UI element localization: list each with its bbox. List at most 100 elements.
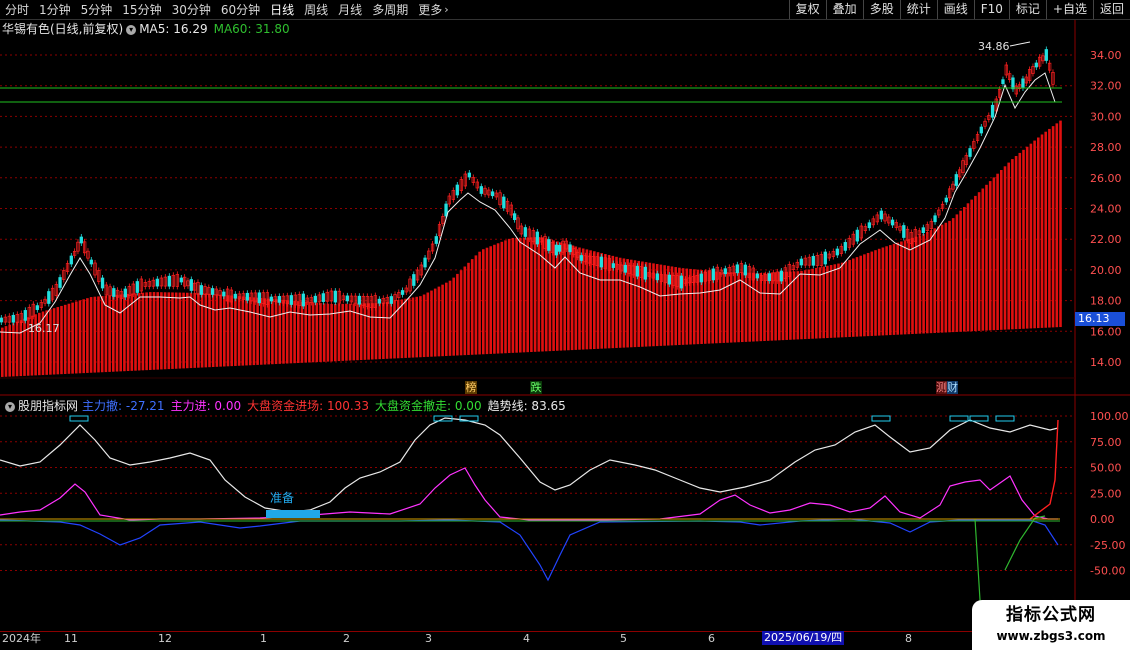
candle-body — [755, 273, 759, 279]
volume-bar — [807, 269, 811, 339]
volume-bar — [963, 207, 966, 332]
candle-body — [0, 317, 3, 323]
candle-body — [11, 314, 15, 323]
price-tick: 32.00 — [1090, 80, 1122, 93]
volume-bar — [93, 296, 97, 373]
volume-bar — [1033, 140, 1036, 329]
candle-body — [512, 213, 517, 221]
volume-bar — [186, 292, 189, 369]
volume-bar — [189, 292, 193, 369]
volume-bar — [208, 293, 211, 368]
candle-body — [933, 215, 937, 223]
candle-body — [434, 236, 438, 244]
candle-body — [867, 222, 871, 229]
marker-cai-prefix: 测 — [936, 381, 947, 394]
candle-body — [557, 244, 562, 252]
candle-body — [167, 275, 171, 287]
volume-bar — [519, 237, 522, 353]
volume-bar — [89, 297, 93, 373]
volume-bar — [174, 292, 178, 369]
candle-body — [611, 263, 615, 268]
volume-bar — [430, 290, 433, 357]
volume-bar — [1007, 162, 1010, 330]
volume-bar — [970, 199, 973, 332]
volume-bar — [23, 318, 26, 376]
volume-bar — [282, 299, 285, 364]
date-tick-2: 12 — [158, 632, 172, 645]
candle-body — [799, 258, 803, 266]
ready-label: 准备 — [270, 491, 294, 505]
candle-body — [902, 225, 906, 238]
volume-bar — [1003, 166, 1007, 330]
candle-body — [47, 291, 51, 304]
volume-bar — [308, 302, 311, 363]
candle-body — [423, 257, 427, 268]
candle-body — [979, 126, 983, 134]
candle-body — [1021, 78, 1025, 89]
watermark-title: 指标公式网 — [1006, 605, 1096, 625]
candle-body — [155, 278, 159, 287]
volume-bar — [463, 266, 467, 356]
volume-bar — [482, 249, 485, 355]
candle-body — [58, 277, 62, 288]
volume-bar — [452, 277, 455, 356]
current-price-tag: 16.13 — [1075, 312, 1125, 326]
volume-bar — [570, 245, 574, 351]
marker-cai[interactable]: 测财 — [936, 381, 958, 394]
volume-bar — [485, 247, 489, 355]
marker-die[interactable]: 跌 — [530, 381, 542, 394]
date-axis: 2024年 11 12 1 2 3 4 5 6 8 — [0, 631, 1075, 646]
volume-bar — [789, 271, 792, 340]
kline-chart[interactable]: 34.0032.0030.0028.0026.0024.0022.0020.00… — [0, 0, 1130, 650]
volume-bar — [803, 270, 807, 340]
volume-bar — [400, 299, 404, 359]
candle-body — [811, 255, 815, 266]
volume-bar — [49, 309, 52, 375]
volume-bar — [104, 295, 108, 373]
candle-body — [547, 239, 551, 251]
volume-bar — [929, 230, 933, 334]
volume-bar — [256, 297, 259, 365]
volume-bar — [45, 310, 48, 375]
volume-bar — [63, 304, 67, 374]
volume-bar — [19, 320, 23, 377]
candle-body — [189, 279, 193, 291]
volume-bar — [855, 257, 859, 337]
marker-bang[interactable]: 榜 — [465, 381, 477, 394]
candle-body — [389, 296, 393, 304]
signal-marker — [871, 415, 891, 422]
volume-bar — [163, 292, 167, 370]
volume-bar — [356, 303, 359, 361]
volume-bar — [226, 295, 230, 367]
indicator-tick: 0.00 — [1090, 513, 1115, 526]
indicator-tick: -50.00 — [1090, 565, 1125, 578]
volume-bar — [859, 255, 862, 337]
candle-body — [100, 277, 105, 289]
candle-body — [921, 227, 925, 234]
volume-bar — [759, 272, 763, 342]
volume-bar — [1051, 126, 1055, 328]
candle-body — [879, 210, 883, 220]
big-in-line — [1029, 419, 1059, 520]
volume-bar — [530, 237, 533, 352]
candle-body — [135, 281, 139, 293]
volume-bar — [826, 265, 829, 339]
volume-bar — [829, 265, 833, 338]
volume-bar — [467, 262, 470, 355]
volume-bar — [563, 243, 566, 351]
volume-bar — [996, 173, 999, 331]
volume-bar — [211, 293, 215, 368]
volume-bar — [966, 203, 970, 332]
volume-bar — [541, 237, 544, 352]
volume-bar — [271, 298, 274, 365]
volume-bar — [408, 298, 411, 358]
volume-bar — [837, 263, 840, 338]
volume-bar — [367, 303, 370, 360]
candle-body — [23, 310, 27, 321]
candle-body — [357, 295, 361, 305]
volume-bar — [933, 228, 936, 333]
candle-body — [269, 296, 273, 302]
volume-bar — [248, 297, 252, 366]
volume-bar — [67, 303, 71, 374]
volume-bar — [230, 295, 233, 367]
